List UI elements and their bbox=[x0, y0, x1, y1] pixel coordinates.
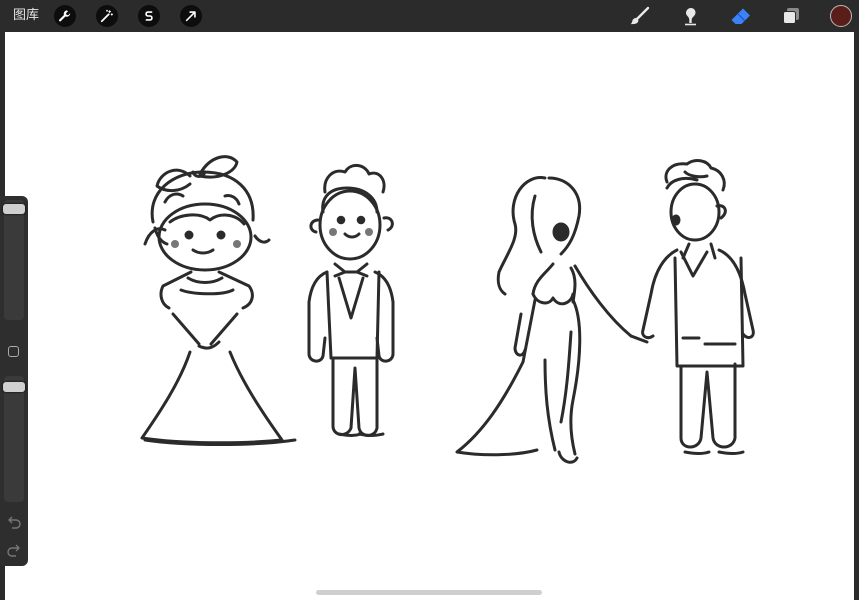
modify-square-icon[interactable] bbox=[8, 346, 19, 357]
top-toolbar: 图库 bbox=[0, 0, 859, 32]
sketch-figure-girl-bow bbox=[140, 155, 297, 446]
sketch-figure-man-suit bbox=[629, 159, 755, 455]
brush-size-thumb[interactable] bbox=[3, 204, 25, 214]
opacity-slider[interactable] bbox=[3, 376, 25, 502]
selection-icon[interactable] bbox=[138, 5, 160, 27]
color-swatch-button[interactable] bbox=[830, 5, 852, 27]
magic-wand-icon[interactable] bbox=[96, 5, 118, 27]
brush-icon[interactable] bbox=[628, 5, 652, 27]
layers-icon[interactable] bbox=[779, 5, 803, 27]
eraser-icon[interactable] bbox=[729, 5, 753, 27]
smudge-icon[interactable] bbox=[679, 5, 703, 27]
sketch-figure-woman-gown bbox=[455, 176, 633, 464]
brush-size-slider[interactable] bbox=[3, 200, 25, 320]
wrench-icon[interactable] bbox=[54, 5, 76, 27]
home-indicator bbox=[316, 590, 542, 595]
gallery-button[interactable]: 图库 bbox=[13, 8, 39, 24]
transform-arrow-icon[interactable] bbox=[180, 5, 202, 27]
opacity-thumb[interactable] bbox=[3, 382, 25, 392]
drawing-canvas[interactable] bbox=[5, 32, 854, 600]
left-sidebar bbox=[0, 196, 28, 566]
undo-icon[interactable] bbox=[6, 516, 22, 530]
redo-icon[interactable] bbox=[6, 544, 22, 558]
sketch-figure-boy-suit bbox=[307, 164, 395, 437]
